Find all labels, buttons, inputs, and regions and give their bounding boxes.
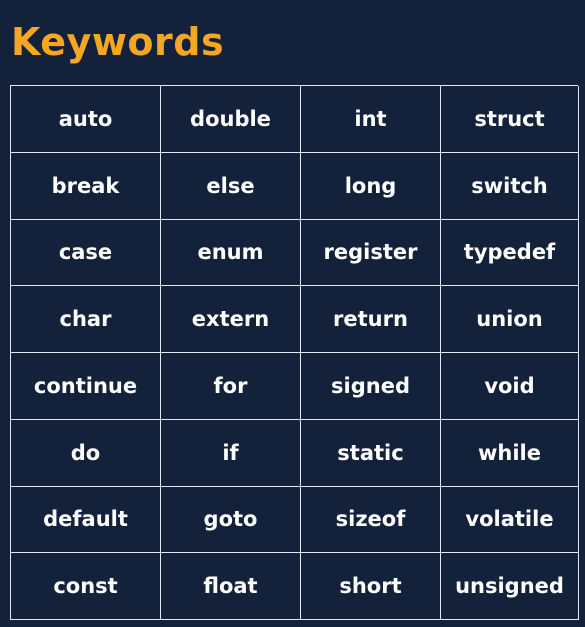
keyword-cell: unsigned	[441, 553, 579, 620]
keyword-cell: struct	[441, 86, 579, 153]
keyword-cell: extern	[161, 286, 301, 353]
keyword-cell: volatile	[441, 486, 579, 554]
keyword-cell: goto	[161, 486, 301, 554]
keyword-cell: if	[161, 419, 301, 487]
keyword-cell: enum	[161, 219, 301, 287]
keyword-cell: break	[11, 152, 161, 220]
keyword-cell: case	[11, 219, 161, 287]
keyword-cell: double	[161, 86, 301, 153]
keyword-cell: register	[301, 219, 441, 287]
keyword-cell: static	[301, 419, 441, 487]
keyword-cell: long	[301, 152, 441, 220]
keyword-cell: auto	[11, 86, 161, 153]
keyword-cell: continue	[11, 353, 161, 420]
keyword-cell: switch	[441, 152, 579, 220]
keyword-cell: for	[161, 353, 301, 420]
keyword-cell: float	[161, 553, 301, 620]
keyword-cell: union	[441, 286, 579, 353]
keyword-cell: signed	[301, 353, 441, 420]
keyword-cell: while	[441, 419, 579, 487]
keyword-cell: const	[11, 553, 161, 620]
keyword-cell: sizeof	[301, 486, 441, 554]
page-title: Keywords	[11, 20, 225, 64]
keyword-cell: else	[161, 152, 301, 220]
keyword-cell: int	[301, 86, 441, 153]
keyword-cell: return	[301, 286, 441, 353]
keyword-cell: short	[301, 553, 441, 620]
keyword-cell: char	[11, 286, 161, 353]
keyword-cell: default	[11, 486, 161, 554]
keyword-cell: typedef	[441, 219, 579, 287]
keywords-table: auto double int struct break else long s…	[10, 85, 579, 620]
keyword-cell: do	[11, 419, 161, 487]
keyword-cell: void	[441, 353, 579, 420]
